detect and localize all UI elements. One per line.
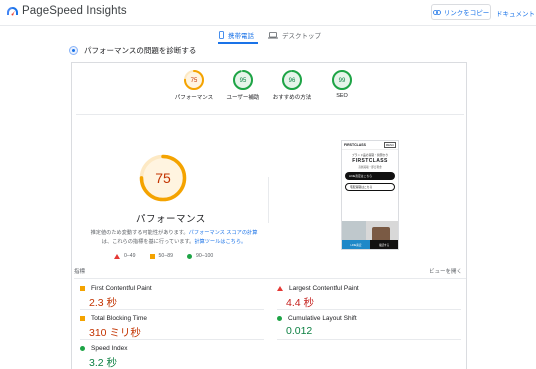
- metric-value: 2.3 秒: [89, 297, 118, 309]
- fail-triangle-icon: [277, 286, 283, 291]
- tab-mobile[interactable]: 携帯電話: [219, 30, 254, 40]
- preview-menu: MENU: [383, 142, 396, 148]
- metric-value: 0.012: [286, 325, 313, 337]
- preview-cta-bar: LINE査定 電話する: [342, 240, 398, 249]
- expand-view-toggle[interactable]: ビューを開く: [429, 267, 462, 275]
- smartphone-icon: [219, 31, 224, 39]
- metric-name: Largest Contentful Paint: [289, 285, 359, 292]
- metric-lcp: Largest Contentful Paint 4.4 秒: [277, 285, 457, 310]
- diagnose-section-header[interactable]: パフォーマンスの問題を診断する: [69, 44, 196, 56]
- legend-range: 0–49: [124, 253, 136, 259]
- preview-brand: FIRSTCLASS: [344, 143, 366, 147]
- preview-tagline: 高価買取・即日現金: [358, 166, 382, 169]
- triangle-icon: [114, 253, 120, 259]
- pass-circle-icon: [80, 346, 85, 351]
- report-card: 75 パフォーマンス 95 ユーザー補助 96 おすすめの方法 99 SEO 7…: [71, 62, 467, 369]
- score-calc-link[interactable]: パフォーマンス スコアの計算: [189, 230, 258, 236]
- page-screenshot-preview: FIRSTCLASS MENU ブランド品の買取・質預かり FIRSTCLASS…: [341, 140, 399, 250]
- diagnose-icon: [69, 45, 78, 55]
- divider: [80, 339, 264, 340]
- description-text: 推定値のため変動する可能性があります。: [90, 230, 189, 236]
- gauge-label: SEO: [336, 93, 348, 99]
- preview-subtitle: ブランド品の買取・質預かり: [351, 153, 389, 157]
- gauge-score: 75: [191, 78, 198, 84]
- category-gauges: 75 パフォーマンス 95 ユーザー補助 96 おすすめの方法 99 SEO: [72, 69, 468, 115]
- preview-header: FIRSTCLASS MENU: [342, 141, 398, 150]
- score-description: 推定値のため変動する可能性があります。パフォーマンス スコアの計算 は、これらの…: [84, 229, 264, 246]
- pass-circle-icon: [277, 316, 282, 321]
- divider: [277, 339, 461, 340]
- divider: [74, 278, 466, 279]
- metrics-label: 指標: [74, 269, 86, 275]
- square-icon: [149, 253, 155, 259]
- legend-fail: 0–49: [114, 253, 136, 259]
- metrics-header: 指標 ビューを開く: [72, 267, 468, 277]
- link-icon: [432, 9, 441, 15]
- performance-title: パフォーマンス: [136, 214, 206, 225]
- performance-score-gauge: 75: [139, 154, 187, 202]
- copy-link-label: リンクをコピー: [443, 10, 490, 17]
- top-bar: PageSpeed Insights リンクをコピー ドキュメント: [0, 0, 536, 26]
- metric-name: First Contentful Paint: [91, 285, 152, 292]
- app-title: PageSpeed Insights: [22, 5, 127, 17]
- preview-pill: 宅配買取はこちら: [345, 183, 395, 191]
- average-square-icon: [80, 286, 85, 291]
- metric-name: Cumulative Layout Shift: [288, 315, 357, 322]
- legend-average: 50–89: [149, 253, 173, 259]
- gauge-ring: 99: [332, 70, 352, 90]
- vertical-divider: [268, 177, 269, 223]
- active-tab-indicator: [218, 42, 258, 44]
- description-text: は、これらの指標を基に行っています。: [101, 238, 195, 245]
- metric-fcp: First Contentful Paint 2.3 秒: [80, 285, 260, 310]
- metric-speed-index: Speed Index 3.2 秒: [80, 345, 260, 369]
- preview-cta: 電話する: [370, 240, 398, 249]
- copy-link-button[interactable]: リンクをコピー: [431, 4, 491, 20]
- divider: [80, 309, 264, 310]
- tab-mobile-label: 携帯電話: [228, 33, 254, 40]
- gauge-ring: 95: [233, 70, 253, 90]
- gauge-ring: 75: [184, 70, 204, 90]
- gauge-seo[interactable]: 99 SEO: [312, 69, 372, 99]
- legend-pass: 90–100: [186, 253, 214, 259]
- gauge-score: 99: [339, 78, 346, 84]
- divider: [76, 114, 464, 115]
- tab-desktop[interactable]: デスクトップ: [268, 30, 321, 40]
- metric-cls: Cumulative Layout Shift 0.012: [277, 315, 457, 337]
- metric-value: 310 ミリ秒: [89, 327, 141, 339]
- metric-name: Total Blocking Time: [91, 315, 147, 322]
- docs-link[interactable]: ドキュメント: [496, 8, 535, 18]
- metric-name: Speed Index: [91, 345, 128, 352]
- device-tabs: 携帯電話 デスクトップ: [0, 26, 536, 44]
- preview-pill: LINE査定はこちら: [345, 172, 395, 180]
- tab-desktop-label: デスクトップ: [282, 33, 321, 40]
- pagespeed-logo-icon: [7, 7, 18, 16]
- score-legend: 0–49 50–89 90–100: [114, 253, 213, 259]
- average-square-icon: [80, 316, 85, 321]
- divider: [277, 309, 461, 310]
- laptop-icon: [268, 31, 278, 38]
- gauge-ring: 96: [282, 70, 302, 90]
- circle-icon: [186, 253, 192, 259]
- gauge-score: 96: [289, 78, 296, 84]
- preview-logo-text: FIRSTCLASS: [352, 158, 388, 164]
- metric-tbt: Total Blocking Time 310 ミリ秒: [80, 315, 260, 340]
- metric-value: 4.4 秒: [286, 297, 315, 309]
- metric-value: 3.2 秒: [89, 357, 118, 369]
- gauge-score: 95: [240, 78, 247, 84]
- legend-range: 50–89: [158, 253, 173, 259]
- calculator-link[interactable]: 計算ツールはこちら。: [194, 239, 246, 245]
- legend-range: 90–100: [195, 253, 214, 259]
- performance-score: 75: [155, 170, 171, 186]
- preview-cta: LINE査定: [342, 240, 370, 249]
- diagnose-label: パフォーマンスの問題を診断する: [84, 45, 197, 55]
